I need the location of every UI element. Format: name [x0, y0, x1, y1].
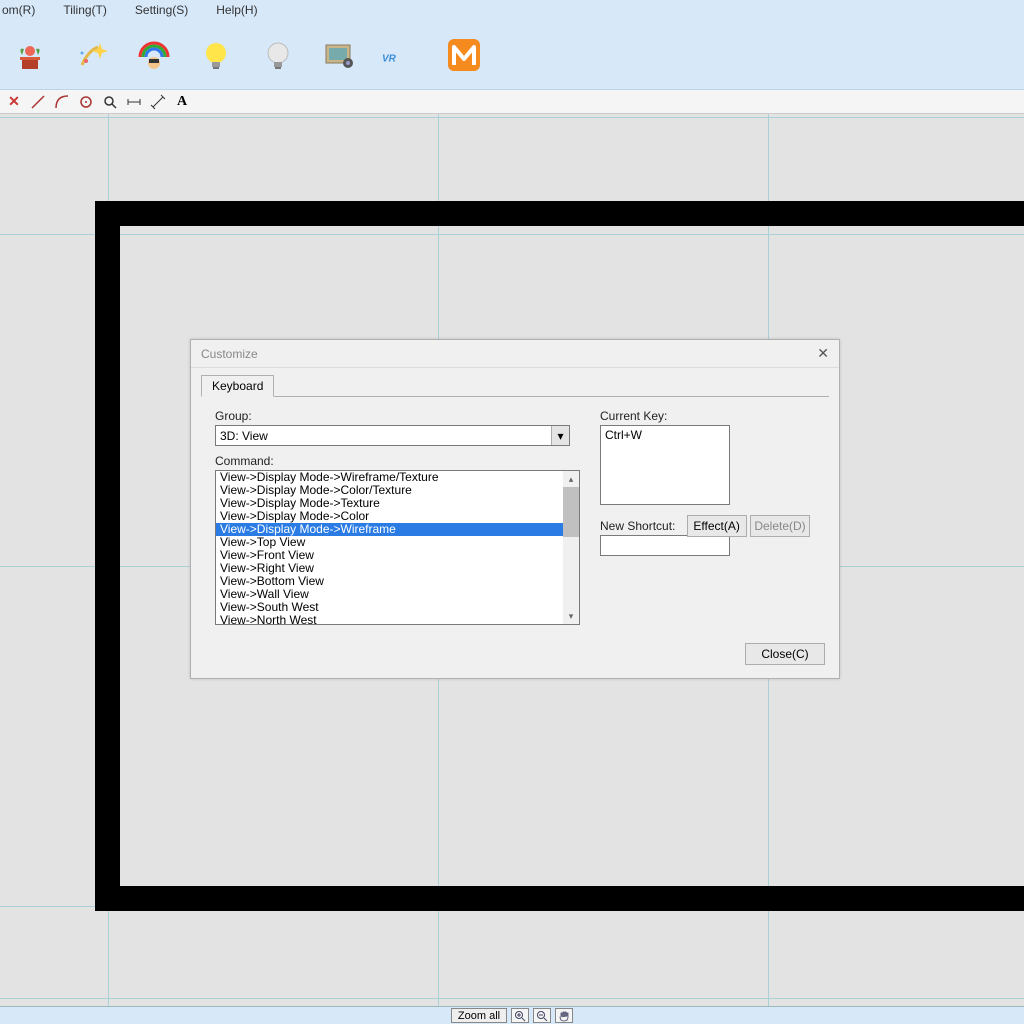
status-bar: Zoom all — [0, 1006, 1024, 1024]
picture-icon[interactable] — [320, 35, 360, 75]
current-key-value: Ctrl+W — [605, 428, 642, 442]
menu-bar: om(R) Tiling(T) Setting(S) Help(H) — [0, 0, 1024, 20]
dialog-titlebar[interactable]: Customize ✕ — [191, 340, 839, 368]
menu-room[interactable]: om(R) — [2, 3, 49, 17]
scroll-down-icon[interactable]: ▾ — [563, 608, 579, 624]
effect-button[interactable]: Effect(A) — [687, 515, 747, 537]
dimension-h-icon[interactable] — [124, 92, 144, 112]
list-item[interactable]: View->Top View — [216, 536, 563, 549]
list-item[interactable]: View->Bottom View — [216, 575, 563, 588]
line-tool-icon[interactable] — [28, 92, 48, 112]
close-button[interactable]: Close(C) — [745, 643, 825, 665]
svg-text:VR: VR — [382, 53, 397, 64]
lightbulb-off-icon[interactable] — [258, 35, 298, 75]
current-key-label: Current Key: — [600, 409, 810, 423]
list-item[interactable]: View->Display Mode->Color — [216, 510, 563, 523]
zoom-in-icon[interactable] — [511, 1008, 529, 1023]
lightbulb-on-icon[interactable] — [196, 35, 236, 75]
list-item[interactable]: View->Display Mode->Color/Texture — [216, 484, 563, 497]
list-item[interactable]: View->Front View — [216, 549, 563, 562]
sparkle-star-icon[interactable] — [72, 35, 112, 75]
zoom-out-icon[interactable] — [533, 1008, 551, 1023]
close-x-icon[interactable]: ✕ — [4, 92, 24, 112]
list-item[interactable]: View->Display Mode->Wireframe/Texture — [216, 471, 563, 484]
magnifier-icon[interactable] — [100, 92, 120, 112]
grid-line — [0, 117, 1024, 118]
flowerpot-icon[interactable] — [10, 35, 50, 75]
text-tool-icon[interactable]: A — [172, 92, 192, 112]
zoom-all-button[interactable]: Zoom all — [451, 1008, 507, 1023]
dimension-diag-icon[interactable] — [148, 92, 168, 112]
delete-button[interactable]: Delete(D) — [750, 515, 810, 537]
list-item[interactable]: View->Right View — [216, 562, 563, 575]
scroll-thumb[interactable] — [563, 487, 579, 537]
grid-line — [0, 998, 1024, 999]
close-icon[interactable]: ✕ — [817, 345, 829, 362]
rainbow-avatar-icon[interactable] — [134, 35, 174, 75]
group-label: Group: — [215, 409, 580, 423]
menu-setting[interactable]: Setting(S) — [135, 3, 202, 17]
vr-icon[interactable]: VR — [382, 35, 422, 75]
list-item[interactable]: View->Wall View — [216, 588, 563, 601]
tab-keyboard[interactable]: Keyboard — [201, 375, 274, 397]
circle-tool-icon[interactable] — [76, 92, 96, 112]
list-item[interactable]: View->Display Mode->Texture — [216, 497, 563, 510]
m-logo-icon[interactable] — [444, 35, 484, 75]
command-label: Command: — [215, 454, 580, 468]
customize-dialog: Customize ✕ Keyboard Group: 3D: View ▾ C… — [190, 339, 840, 679]
pan-hand-icon[interactable] — [555, 1008, 573, 1023]
command-listbox[interactable]: View->Display Mode->Wireframe/Texture Vi… — [215, 470, 580, 625]
group-value: 3D: View — [220, 429, 268, 443]
current-key-box[interactable]: Ctrl+W — [600, 425, 730, 505]
design-canvas[interactable]: Customize ✕ Keyboard Group: 3D: View ▾ C… — [0, 114, 1024, 1006]
menu-tiling[interactable]: Tiling(T) — [63, 3, 121, 17]
arc-tool-icon[interactable] — [52, 92, 72, 112]
scrollbar[interactable]: ▴ ▾ — [563, 471, 579, 624]
chevron-down-icon[interactable]: ▾ — [551, 426, 569, 445]
scroll-up-icon[interactable]: ▴ — [563, 471, 579, 487]
main-toolbar: VR — [0, 20, 1024, 90]
list-item[interactable]: View->Display Mode->Wireframe — [216, 523, 563, 536]
list-item[interactable]: View->South West — [216, 601, 563, 614]
list-item[interactable]: View->North West — [216, 614, 563, 625]
menu-help[interactable]: Help(H) — [216, 3, 271, 17]
annotation-toolbar: ✕ A — [0, 90, 1024, 114]
dialog-title: Customize — [201, 347, 258, 361]
group-combobox[interactable]: 3D: View ▾ — [215, 425, 570, 446]
